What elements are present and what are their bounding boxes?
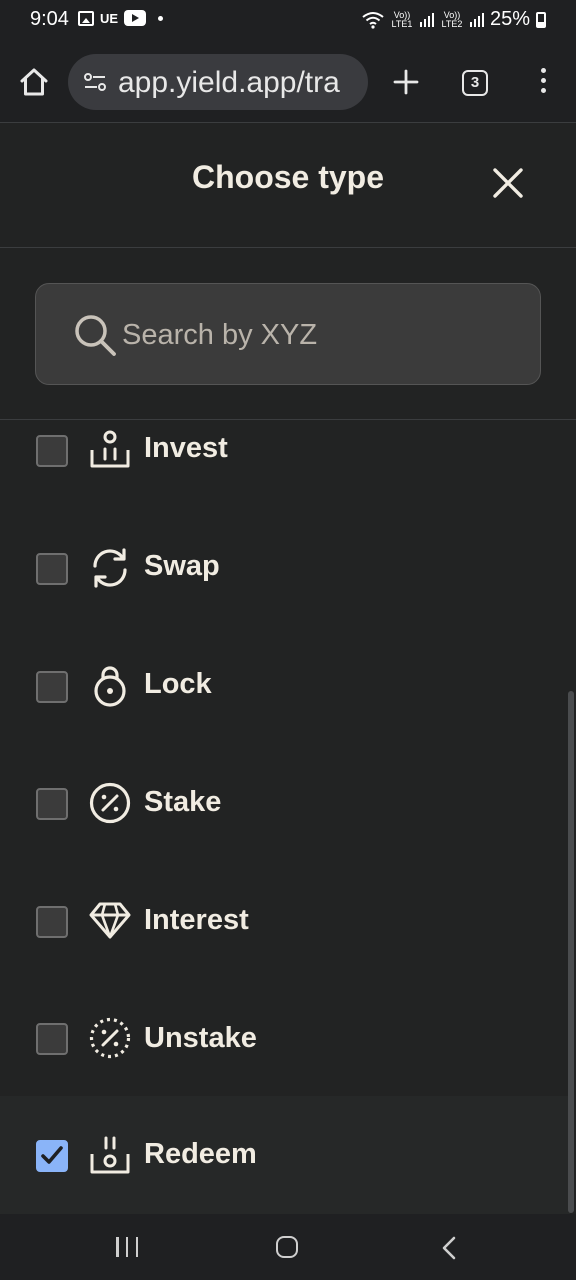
address-bar[interactable]: app.yield.app/tra <box>68 54 368 110</box>
sim2-signal-icon <box>469 12 484 27</box>
sim2-network-label: Vo)) LTE2 <box>441 9 463 29</box>
more-notifications-dot-icon <box>158 15 164 21</box>
unstake-percent-icon <box>89 1017 131 1059</box>
sim1-network-label: Vo)) LTE1 <box>391 9 413 29</box>
home-icon[interactable] <box>18 66 50 98</box>
choose-type-modal: Choose type Invest <box>0 122 576 1215</box>
stake-label: Stake <box>144 786 222 818</box>
sim1-signal-icon <box>419 12 434 27</box>
type-option-swap[interactable]: Swap <box>0 503 570 621</box>
notification-icons: UE <box>78 10 164 26</box>
type-option-stake[interactable]: Stake <box>0 739 570 857</box>
tab-switcher-button[interactable]: 3 <box>462 70 488 96</box>
home-nav-icon[interactable] <box>276 1236 298 1258</box>
swap-checkbox[interactable] <box>36 553 68 585</box>
recents-icon[interactable] <box>116 1237 138 1257</box>
status-bar: 9:04 UE Vo)) LTE1 Vo)) LTE2 25% <box>0 0 576 42</box>
search-input[interactable] <box>120 314 504 356</box>
type-option-unstake[interactable]: Unstake <box>0 975 570 1093</box>
lock-icon <box>94 666 126 707</box>
list-scrollbar[interactable] <box>568 691 574 1213</box>
type-list: Invest Swap Lock Stake Interest Unstake … <box>0 421 570 1215</box>
battery-icon <box>536 11 546 28</box>
system-navigation-bar <box>0 1214 576 1280</box>
lock-checkbox[interactable] <box>36 671 68 703</box>
browser-menu-icon[interactable] <box>536 68 550 98</box>
header-divider <box>0 247 576 248</box>
search-divider <box>0 419 576 420</box>
stake-percent-icon <box>89 782 131 824</box>
lock-label: Lock <box>144 668 212 700</box>
checkmark-icon <box>41 1146 63 1164</box>
swap-label: Swap <box>144 550 220 582</box>
new-tab-icon[interactable] <box>392 68 420 96</box>
diamond-icon <box>89 902 131 939</box>
swap-icon <box>93 548 127 588</box>
type-option-redeem[interactable]: Redeem <box>0 1096 570 1214</box>
unstake-checkbox[interactable] <box>36 1023 68 1055</box>
search-box[interactable] <box>35 283 541 385</box>
redeem-label: Redeem <box>144 1138 257 1170</box>
back-icon[interactable] <box>440 1236 460 1260</box>
type-option-invest[interactable]: Invest <box>0 421 570 503</box>
invest-icon <box>90 430 130 468</box>
close-icon[interactable] <box>488 163 528 203</box>
interest-label: Interest <box>144 904 249 936</box>
site-settings-icon[interactable] <box>84 72 106 92</box>
redeem-icon <box>90 1136 130 1174</box>
type-option-lock[interactable]: Lock <box>0 621 570 739</box>
interest-checkbox[interactable] <box>36 906 68 938</box>
unstake-label: Unstake <box>144 1022 257 1054</box>
invest-label: Invest <box>144 432 228 464</box>
invest-checkbox[interactable] <box>36 435 68 467</box>
system-indicators: Vo)) LTE1 Vo)) LTE2 25% <box>362 8 546 31</box>
carrier-tag: UE <box>100 10 119 26</box>
youtube-notification-icon <box>124 10 147 26</box>
search-icon <box>75 315 116 356</box>
url-text[interactable]: app.yield.app/tra <box>118 66 340 100</box>
wifi-icon <box>362 11 384 29</box>
type-option-interest[interactable]: Interest <box>0 857 570 975</box>
status-time: 9:04 <box>30 8 69 30</box>
battery-percent: 25% <box>489 8 530 30</box>
redeem-checkbox[interactable] <box>36 1140 68 1172</box>
stake-checkbox[interactable] <box>36 788 68 820</box>
gallery-notification-icon <box>78 10 94 26</box>
browser-toolbar: app.yield.app/tra 3 <box>0 42 576 122</box>
